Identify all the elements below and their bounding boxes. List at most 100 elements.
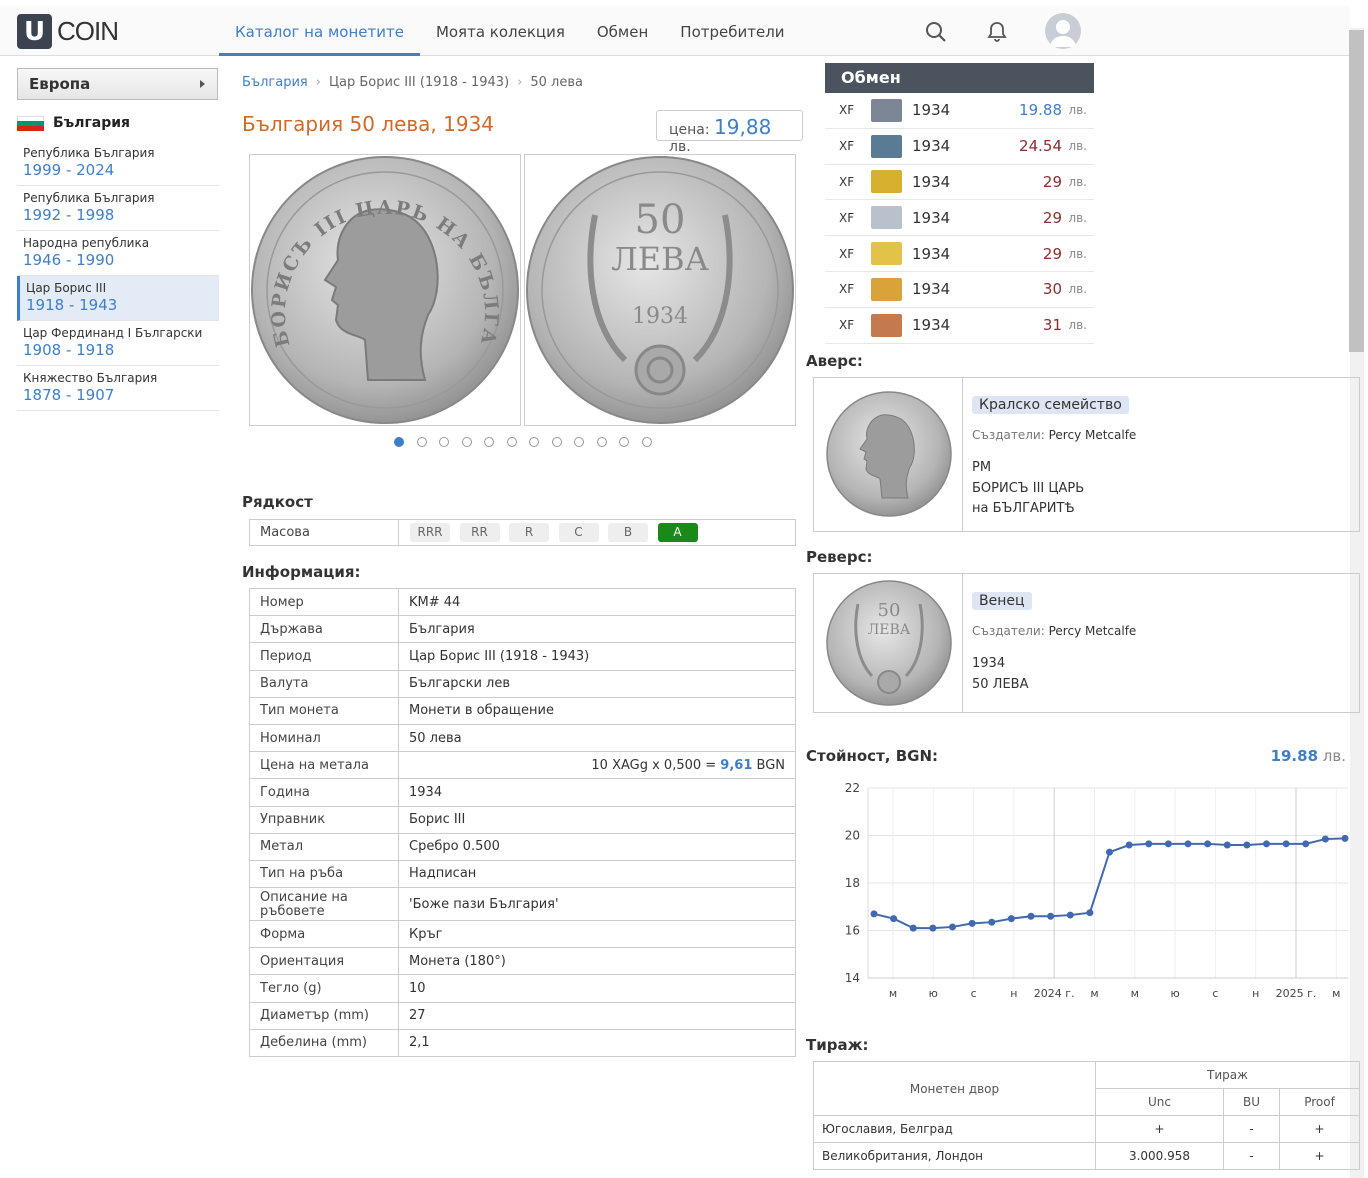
mintage-mint: Югославия, Белград (813, 1115, 1096, 1143)
exchange-unit: лв. (1068, 103, 1087, 118)
exchange-thumbnail (871, 206, 902, 230)
region-selector[interactable]: Европа (17, 68, 218, 100)
search-icon[interactable] (924, 20, 948, 44)
mintage-mint: Великобритания, Лондон (813, 1142, 1096, 1170)
page-scrollbar-thumb[interactable] (1349, 30, 1364, 352)
gallery-dot[interactable] (529, 437, 539, 447)
reverse-thumbnail[interactable]: 50 ЛЕВА (814, 574, 963, 712)
period-years: 1878 - 1907 (23, 386, 115, 404)
chart-x-tick-label: ю (1170, 987, 1179, 1000)
exchange-price: 30 (1042, 280, 1062, 299)
chart-x-tick-label: м (1090, 987, 1098, 1000)
info-key: Номер (249, 587, 399, 617)
period-name: Република България (23, 191, 155, 205)
exchange-row[interactable]: XF 1934 24.54 лв. (825, 129, 1094, 165)
exchange-unit: лв. (1068, 318, 1087, 333)
table-row: Описание на ръбовете 'Боже пази България' (249, 887, 796, 922)
coin-reverse-word: ЛЕВА (611, 240, 709, 278)
exchange-year: 1934 (912, 101, 951, 120)
exchange-year: 1934 (912, 316, 951, 335)
table-row: Номер KM# 44 (249, 587, 796, 617)
metal-currency: BGN (752, 757, 786, 773)
bell-icon[interactable] (985, 20, 1009, 44)
mintage-proof: + (1279, 1142, 1360, 1170)
inscription-line: БОРИСЪ III ЦАРЬ (972, 480, 1085, 496)
chart-x-tick-label: с (971, 987, 977, 1000)
period-item[interactable]: Цар Фердинанд I Български 1908 - 1918 (17, 321, 219, 366)
exchange-thumbnail (871, 98, 902, 122)
exchange-row[interactable]: XF 1934 19.88 лв. (825, 93, 1094, 129)
value-heading: Стойност, BGN: (806, 747, 938, 765)
gallery-dot[interactable] (506, 437, 517, 447)
value-chart: 14 16 18 20 22 м ю с н 2024 г. м м ю с н 2025 г. м (845, 781, 1349, 1000)
gallery-dot[interactable] (416, 437, 427, 447)
coin-obverse-photo[interactable]: БОРИСЪ III ЦАРЬ НА БЪЛГАРИТѢ (240, 138, 521, 426)
main-nav: Каталог на монетите Моята колекция Обмен… (219, 6, 801, 56)
chart-x-tick-label: н (1010, 987, 1017, 1000)
exchange-row[interactable]: XF 1934 29 лв. (825, 200, 1094, 237)
nav-my-collection[interactable]: Моята колекция (420, 6, 581, 56)
info-key: Година (249, 778, 399, 807)
reverse-creators-label: Създатели: (972, 624, 1045, 638)
mintage-heading: Тираж: (806, 1036, 869, 1054)
exchange-price: 29 (1042, 208, 1062, 227)
gallery-dot[interactable] (484, 437, 494, 447)
country-heading[interactable]: България (17, 115, 130, 131)
gallery-dot[interactable] (574, 437, 584, 447)
table-row: Дебелина (mm) 2,1 (249, 1028, 796, 1058)
exchange-row[interactable]: XF 1934 31 лв. (825, 308, 1094, 344)
period-item[interactable]: Народна република 1946 - 1990 (17, 231, 219, 276)
obverse-creators-name[interactable]: Percy Metcalfe (1049, 428, 1137, 442)
obverse-thumbnail[interactable] (814, 378, 963, 531)
exchange-row[interactable]: XF 1934 29 лв. (825, 165, 1094, 201)
reverse-thumb-denomination: 50 (878, 600, 901, 621)
exchange-unit: лв. (1068, 246, 1087, 261)
obverse-inscription: PM БОРИСЪ III ЦАРЬ на БЪЛГАРИТѢ (972, 458, 1136, 520)
reverse-creators-name[interactable]: Percy Metcalfe (1049, 624, 1137, 638)
period-item-active[interactable]: Цар Борис III 1918 - 1943 (17, 276, 219, 321)
nav-exchange[interactable]: Обмен (581, 6, 664, 56)
info-key: Ориентация (249, 947, 399, 976)
period-name: Цар Борис III (26, 281, 107, 295)
info-value: Монета (180°) (398, 947, 796, 976)
gallery-dot[interactable] (551, 437, 562, 447)
table-row: Тип на ръба Надписан (249, 859, 796, 889)
gallery-dot[interactable] (439, 437, 449, 447)
gallery-dot[interactable] (619, 437, 629, 447)
breadcrumb-country[interactable]: България (242, 75, 308, 90)
reverse-tag[interactable]: Венец (972, 592, 1032, 610)
chart-point (1204, 840, 1212, 848)
gallery-dot[interactable] (596, 437, 607, 447)
chart-point (1282, 840, 1290, 848)
table-row: Период Цар Борис III (1918 - 1943) (249, 642, 796, 671)
period-item[interactable]: Княжество България 1878 - 1907 (17, 366, 219, 411)
exchange-row[interactable]: XF 1934 30 лв. (825, 272, 1094, 308)
coin-reverse-photo[interactable]: 50 ЛЕВА 1934 (524, 154, 796, 426)
rarity-chip-active: A (657, 523, 698, 542)
info-key: Тип на ръба (249, 859, 399, 889)
gallery-dot[interactable] (641, 437, 652, 447)
reverse-coin-image: 50 ЛЕВА (826, 580, 952, 706)
table-row: Валута Български лев (249, 669, 796, 698)
obverse-tag[interactable]: Кралско семейство (972, 396, 1129, 414)
rarity-chip: RRR (410, 523, 450, 542)
chart-point (929, 924, 937, 932)
nav-catalog[interactable]: Каталог на монетите (219, 6, 420, 56)
breadcrumb-period[interactable]: Цар Борис III (1918 - 1943) (329, 75, 509, 90)
chart-point (1341, 834, 1349, 842)
nav-users[interactable]: Потребители (664, 6, 800, 56)
gallery-dot[interactable] (461, 437, 472, 447)
user-avatar[interactable] (1045, 13, 1081, 49)
period-item[interactable]: Република България 1992 - 1998 (17, 186, 219, 231)
exchange-grade: XF (839, 282, 855, 297)
info-key: Описание на ръбовете (249, 887, 399, 922)
period-item[interactable]: Република България 1999 - 2024 (17, 141, 219, 186)
chart-x-tick-label: с (1212, 987, 1218, 1000)
table-row: Диаметър (mm) 27 (249, 1001, 796, 1030)
period-years: 1908 - 1918 (23, 341, 115, 359)
exchange-grade: XF (839, 103, 855, 118)
ucoin-logo[interactable]: U COIN (17, 14, 119, 49)
gallery-dot[interactable] (394, 437, 404, 447)
period-name: Република България (23, 146, 155, 160)
exchange-row[interactable]: XF 1934 29 лв. (825, 236, 1094, 272)
